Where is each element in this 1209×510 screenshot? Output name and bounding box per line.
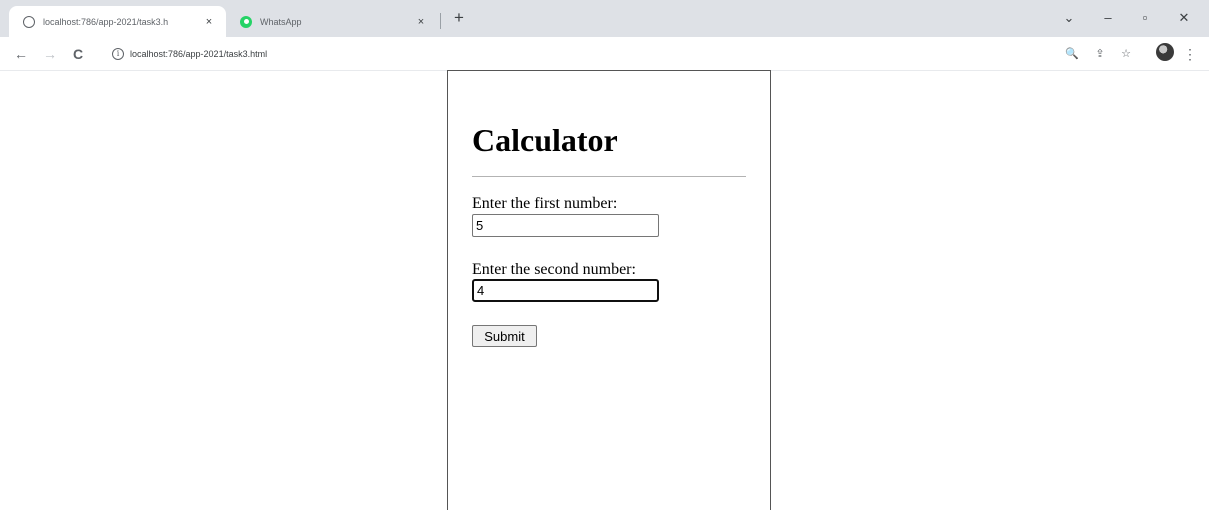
first-number-input[interactable] — [472, 214, 659, 237]
whatsapp-icon — [240, 15, 252, 28]
tab-close-icon[interactable]: × — [202, 16, 216, 28]
submit-button[interactable]: Submit — [472, 325, 537, 347]
forward-arrow-icon[interactable]: → — [40, 44, 60, 64]
globe-icon — [23, 15, 35, 28]
browser-tab-strip: localhost:786/app-2021/task3.h × WhatsAp… — [0, 0, 1209, 37]
back-arrow-icon[interactable]: ← — [11, 44, 31, 64]
tab-search-icon[interactable]: ⌄ — [1054, 8, 1084, 28]
address-url[interactable]: localhost:786/app-2021/task3.html — [130, 49, 267, 59]
tab-separator — [440, 13, 441, 29]
profile-avatar[interactable] — [1156, 43, 1174, 61]
tab-localhost[interactable]: localhost:786/app-2021/task3.h × — [9, 6, 226, 37]
tab-close-icon[interactable]: × — [414, 16, 428, 28]
address-bar[interactable]: i localhost:786/app-2021/task3.html — [96, 42, 1046, 66]
calculator-card: Calculator Enter the first number: Enter… — [447, 70, 771, 510]
restore-button[interactable]: ▫ — [1130, 8, 1160, 28]
tab-title: WhatsApp — [260, 16, 302, 27]
second-number-input[interactable] — [472, 279, 659, 302]
share-icon[interactable]: ⇪ — [1092, 46, 1108, 62]
browser-menu-icon[interactable]: ⋮ — [1182, 46, 1198, 62]
browser-toolbar: ← → C i localhost:786/app-2021/task3.htm… — [0, 37, 1209, 71]
tab-whatsapp[interactable]: WhatsApp × — [228, 6, 438, 37]
page-title: Calculator — [472, 122, 618, 158]
new-tab-button[interactable]: + — [450, 9, 468, 27]
reload-icon[interactable]: C — [68, 44, 88, 64]
tab-title: localhost:786/app-2021/task3.h — [43, 16, 169, 27]
close-window-button[interactable]: ✕ — [1169, 8, 1199, 28]
first-number-label: Enter the first number: — [472, 195, 618, 212]
divider — [472, 176, 746, 177]
bookmark-star-icon[interactable]: ☆ — [1118, 46, 1134, 62]
second-number-label: Enter the second number: — [472, 261, 636, 278]
zoom-icon[interactable]: 🔍 — [1064, 46, 1080, 62]
site-info-icon[interactable]: i — [112, 48, 124, 60]
minimize-button[interactable]: – — [1093, 8, 1123, 28]
